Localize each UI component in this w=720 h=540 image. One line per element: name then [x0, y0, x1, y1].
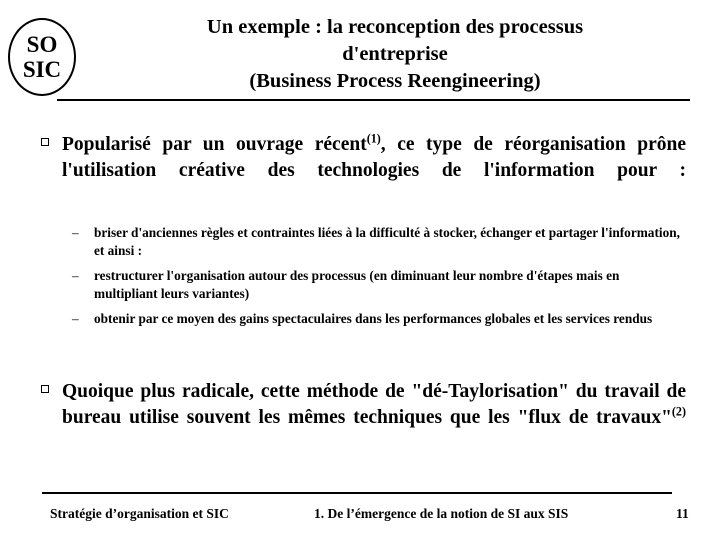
sub-bullet-item-2-text: restructurer l'organisation autour des p… — [94, 267, 620, 301]
dash-bullet-icon: – — [72, 224, 79, 240]
sub-bullet-item-3-text: obtenir par ce moyen des gains spectacul… — [94, 311, 653, 327]
dash-bullet-icon: – — [72, 311, 79, 327]
sub-bullet-list: – briser d'anciennes règles et contraint… — [0, 224, 720, 328]
bullet-item-1-text: Popularisé par un ouvrage récent(1), ce … — [62, 132, 686, 210]
square-bullet-icon — [41, 385, 49, 394]
bullet-1-text-before: Popularisé par un ouvrage récent — [62, 134, 367, 155]
sub-bullet-item-3: – obtenir par ce moyen des gains spectac… — [0, 310, 720, 328]
footnote-ref-2: (2) — [671, 404, 686, 419]
logo-line-1: SO — [26, 32, 58, 57]
bullet-item-2-text: Quoique plus radicale, cette méthode de … — [62, 379, 686, 457]
page-title: Un exemple : la reconception des process… — [95, 14, 695, 95]
logo-line-2: SIC — [22, 57, 62, 82]
title-divider — [57, 99, 690, 101]
square-bullet-icon — [41, 138, 49, 146]
footer-divider — [42, 492, 672, 494]
sub-bullet-item-2: – restructurer l'organisation autour des… — [0, 267, 720, 303]
slide-body: Popularisé par un ouvrage récent(1), ce … — [0, 132, 720, 457]
sub-bullet-item-1-text: briser d'anciennes règles et contraintes… — [94, 224, 680, 258]
footnote-ref-1: (1) — [366, 131, 381, 146]
footer-page-number: 11 — [676, 506, 689, 521]
footer-section-title: 1. De l’émergence de la notion de SI aux… — [314, 506, 569, 521]
slide-footer: Stratégie d’organisation et SIC 1. De l’… — [0, 506, 720, 530]
dash-bullet-icon: – — [72, 267, 79, 283]
bullet-item-2: Quoique plus radicale, cette méthode de … — [0, 379, 720, 457]
page-title-line-1: Un exemple : la reconception des process… — [206, 16, 584, 38]
sub-bullet-item-1: – briser d'anciennes règles et contraint… — [0, 224, 720, 260]
page-title-line-2: d'entreprise — [342, 43, 448, 66]
sosic-logo: SO SIC — [8, 18, 76, 96]
bullet-2-text-before: Quoique plus radicale, cette méthode de … — [62, 381, 686, 429]
bullet-item-1: Popularisé par un ouvrage récent(1), ce … — [0, 132, 720, 210]
page-title-line-3: (Business Process Reengineering) — [249, 70, 541, 93]
slide-header: SO SIC Un exemple : la reconception des … — [0, 0, 720, 110]
footer-course-title: Stratégie d’organisation et SIC — [50, 506, 229, 521]
